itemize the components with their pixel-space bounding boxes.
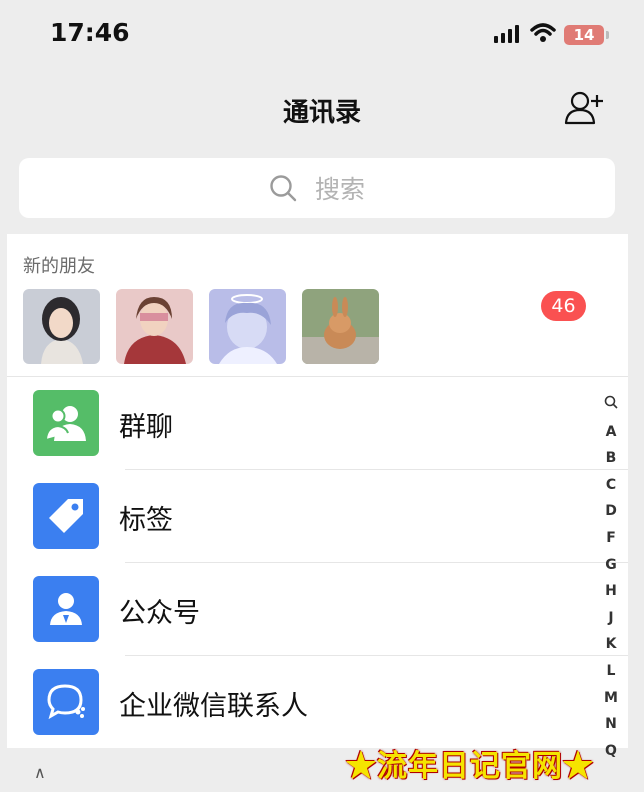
entry-label: 企业微信联系人 xyxy=(119,691,308,722)
battery-indicator: 14 xyxy=(564,25,609,45)
index-search-icon[interactable] xyxy=(604,392,618,419)
status-time: 17:46 xyxy=(50,18,130,47)
status-bar: 17:46 14 xyxy=(0,0,644,70)
group-chat-icon xyxy=(33,390,99,456)
wifi-icon xyxy=(530,22,556,48)
index-letter[interactable]: K xyxy=(606,631,617,658)
index-letter[interactable]: A xyxy=(606,419,617,446)
entry-label: 群聊 xyxy=(119,412,173,443)
work-chat-icon xyxy=(33,669,99,735)
index-letter[interactable]: J xyxy=(608,605,613,632)
search-icon xyxy=(270,175,297,202)
avatar[interactable] xyxy=(209,289,286,364)
group-chats-entry[interactable]: 群聊 xyxy=(7,377,628,470)
cellular-signal-icon xyxy=(494,25,520,47)
add-friend-button[interactable] xyxy=(564,90,604,126)
entry-label: 标签 xyxy=(119,505,173,536)
avatar[interactable] xyxy=(116,289,193,364)
contacts-content: 新的朋友 46 群聊 标签 公众号 企业微信联系人 xyxy=(7,234,628,748)
index-letter[interactable]: H xyxy=(605,578,617,605)
index-letter[interactable]: C xyxy=(606,472,616,499)
index-letter[interactable]: N xyxy=(605,711,617,738)
official-accounts-entry[interactable]: 公众号 xyxy=(7,563,628,656)
new-friends-label: 新的朋友 xyxy=(23,256,95,277)
search-input[interactable]: 搜索 xyxy=(19,158,615,218)
index-letter[interactable]: G xyxy=(605,552,617,579)
index-letter[interactable]: L xyxy=(607,658,616,685)
watermark: ★流年日记官网★ xyxy=(346,749,594,784)
entry-label: 公众号 xyxy=(119,598,200,629)
index-letter[interactable]: B xyxy=(606,445,617,472)
nav-bar: 通讯录 xyxy=(0,70,644,145)
index-letter[interactable]: Q xyxy=(605,738,617,765)
avatar[interactable] xyxy=(23,289,100,364)
official-account-icon xyxy=(33,576,99,642)
alphabet-index[interactable]: A B C D F G H J K L M N Q xyxy=(596,392,626,764)
tags-entry[interactable]: 标签 xyxy=(7,470,628,563)
index-letter[interactable]: D xyxy=(605,498,617,525)
chevron-up-icon[interactable]: ∧ xyxy=(34,763,46,782)
index-letter[interactable]: F xyxy=(606,525,616,552)
person-add-icon xyxy=(564,91,603,125)
new-friends-avatars xyxy=(23,289,379,364)
work-contacts-entry[interactable]: 企业微信联系人 xyxy=(7,656,628,748)
search-placeholder: 搜索 xyxy=(314,175,365,204)
page-title: 通讯录 xyxy=(282,98,361,128)
new-friends-count-badge: 46 xyxy=(541,291,586,321)
avatar[interactable] xyxy=(302,289,379,364)
index-letter[interactable]: M xyxy=(604,685,618,712)
tag-icon xyxy=(33,483,99,549)
